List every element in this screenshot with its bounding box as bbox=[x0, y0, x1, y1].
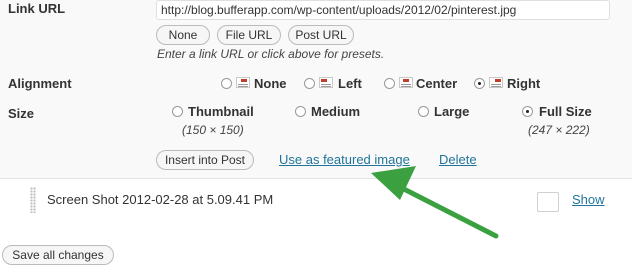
link-preset-post-url-button[interactable]: Post URL bbox=[288, 25, 354, 45]
size-large-label: Large bbox=[434, 104, 470, 119]
align-right-radio[interactable] bbox=[474, 78, 485, 89]
size-thumbnail-radio[interactable] bbox=[172, 106, 183, 117]
alignment-label: Alignment bbox=[8, 76, 72, 91]
size-large-radio[interactable] bbox=[418, 106, 429, 117]
align-left-icon bbox=[319, 77, 333, 88]
attachment-checkbox[interactable] bbox=[537, 192, 559, 212]
show-link[interactable]: Show bbox=[572, 192, 605, 207]
size-medium-label: Medium bbox=[311, 104, 361, 119]
drag-handle-icon[interactable] bbox=[30, 187, 36, 213]
align-right-label: Right bbox=[507, 76, 541, 91]
link-preset-file-url-button[interactable]: File URL bbox=[217, 25, 281, 45]
align-right-icon bbox=[489, 77, 503, 88]
link-preset-none-button[interactable]: None bbox=[156, 25, 210, 45]
insert-into-post-button[interactable]: Insert into Post bbox=[156, 150, 254, 170]
size-medium-radio[interactable] bbox=[295, 106, 306, 117]
link-url-input[interactable] bbox=[156, 0, 610, 20]
align-left-label: Left bbox=[338, 76, 362, 91]
link-url-label: Link URL bbox=[8, 1, 66, 16]
align-center-radio[interactable] bbox=[384, 78, 395, 89]
size-full-dimensions: (247 × 222) bbox=[528, 123, 590, 137]
link-url-help-text: Enter a link URL or click above for pres… bbox=[157, 47, 385, 61]
size-full-label: Full Size bbox=[539, 104, 592, 119]
divider bbox=[0, 178, 632, 179]
align-none-label: None bbox=[254, 76, 287, 91]
attachment-title: Screen Shot 2012-02-28 at 5.09.41 PM bbox=[47, 192, 274, 207]
align-none-radio[interactable] bbox=[221, 78, 232, 89]
save-all-changes-button[interactable]: Save all changes bbox=[2, 245, 114, 265]
use-as-featured-image-link[interactable]: Use as featured image bbox=[279, 152, 410, 167]
size-full-radio[interactable] bbox=[522, 106, 533, 117]
align-center-label: Center bbox=[416, 76, 458, 91]
align-none-icon bbox=[236, 77, 250, 88]
delete-link[interactable]: Delete bbox=[439, 152, 477, 167]
size-thumbnail-label: Thumbnail bbox=[188, 104, 254, 119]
align-center-icon bbox=[399, 77, 413, 88]
size-label: Size bbox=[8, 106, 35, 121]
size-thumbnail-dimensions: (150 × 150) bbox=[182, 123, 244, 137]
align-left-radio[interactable] bbox=[304, 78, 315, 89]
